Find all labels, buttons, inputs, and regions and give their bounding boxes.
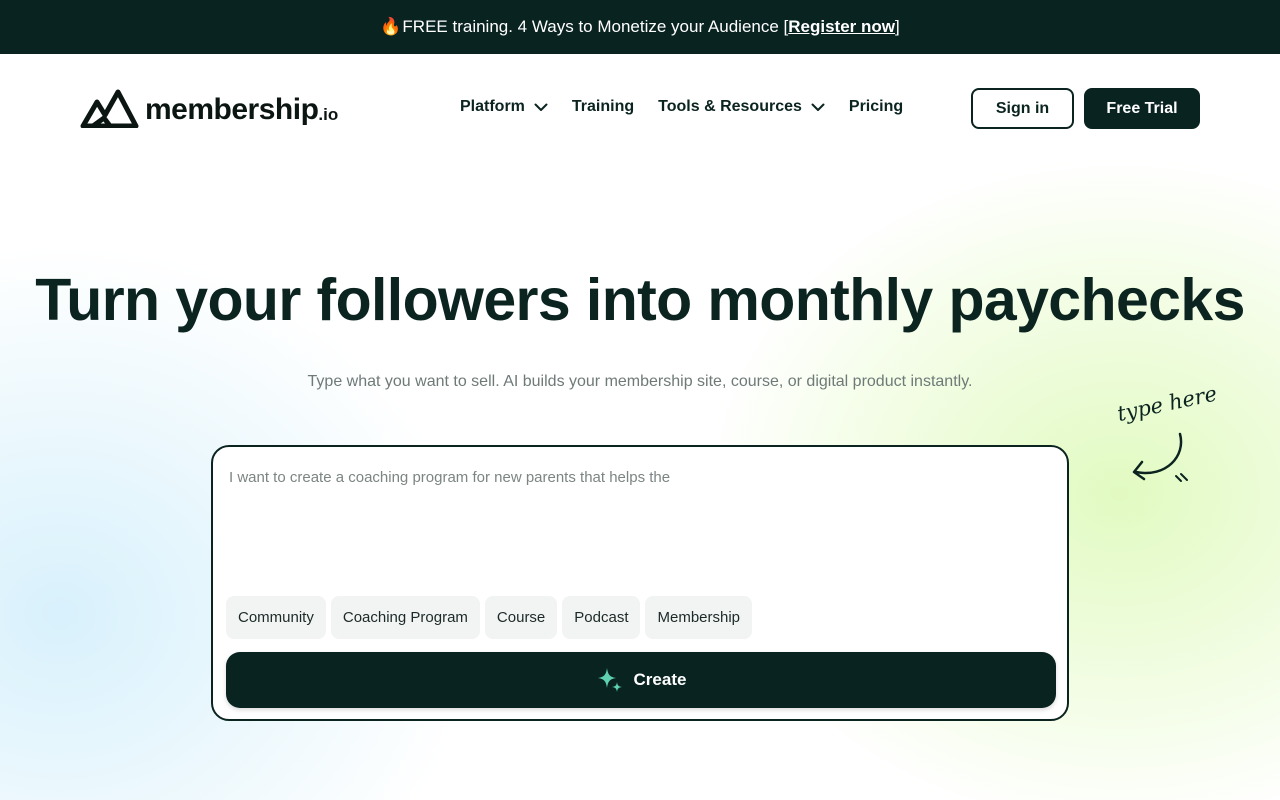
sign-in-button[interactable]: Sign in bbox=[971, 88, 1074, 129]
chevron-down-icon bbox=[811, 103, 825, 111]
idea-prompt-input[interactable] bbox=[229, 469, 1049, 579]
logo-wordmark: membership bbox=[145, 93, 319, 126]
chevron-down-icon bbox=[534, 103, 548, 111]
chip-community[interactable]: Community bbox=[226, 596, 326, 639]
nav-item-label: Training bbox=[571, 98, 635, 115]
nav-item-platform[interactable]: Platform bbox=[460, 98, 548, 116]
create-button[interactable]: Create bbox=[226, 652, 1056, 708]
promo-text: FREE training. 4 Ways to Monetize your A… bbox=[402, 17, 789, 36]
nav-item-label: Platform bbox=[460, 98, 525, 115]
create-button-label: Create bbox=[633, 670, 687, 689]
chip-membership[interactable]: Membership bbox=[645, 596, 753, 639]
sparkle-icon bbox=[597, 668, 622, 692]
type-here-annotation: type here bbox=[1115, 381, 1236, 496]
nav-item-training[interactable]: Training bbox=[572, 98, 634, 116]
nav-item-label: Pricing bbox=[848, 98, 904, 115]
fire-icon: 🔥 bbox=[380, 17, 402, 36]
product-type-chips: Community Coaching Program Course Podcas… bbox=[226, 596, 757, 639]
register-now-link[interactable]: Register now bbox=[788, 17, 895, 37]
logo[interactable]: membership .io bbox=[80, 88, 338, 128]
site-header: membership .io Platform Training Tools & … bbox=[0, 54, 1280, 164]
logo-tld: .io bbox=[318, 105, 339, 124]
chip-coaching-program[interactable]: Coaching Program bbox=[330, 596, 480, 639]
nav-item-tools-resources[interactable]: Tools & Resources bbox=[658, 98, 825, 116]
promo-banner: 🔥 FREE training. 4 Ways to Monetize your… bbox=[0, 0, 1280, 54]
promo-suffix: ] bbox=[895, 17, 900, 36]
main-nav: Platform Training Tools & Resources Pric… bbox=[460, 98, 927, 116]
nav-item-label: Tools & Resources bbox=[658, 98, 802, 115]
chip-podcast[interactable]: Podcast bbox=[562, 596, 641, 639]
free-trial-button[interactable]: Free Trial bbox=[1084, 88, 1200, 129]
nav-item-pricing[interactable]: Pricing bbox=[849, 98, 903, 116]
mountain-logo-icon bbox=[80, 89, 139, 128]
hero-subtitle: Type what you want to sell. AI builds yo… bbox=[307, 373, 973, 390]
chip-course[interactable]: Course bbox=[484, 596, 558, 639]
curved-arrow-icon bbox=[1132, 432, 1188, 482]
idea-composer: Community Coaching Program Course Podcas… bbox=[211, 445, 1069, 721]
hero-title: Turn your followers into monthly paychec… bbox=[35, 267, 1245, 333]
